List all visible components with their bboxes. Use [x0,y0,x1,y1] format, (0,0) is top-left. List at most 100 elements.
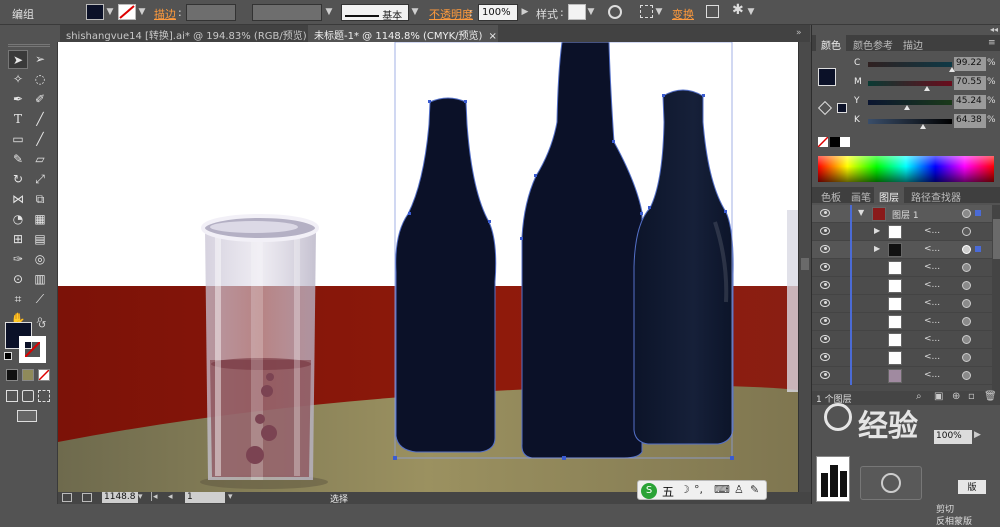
ime-punct-icon[interactable]: °, [694,483,703,496]
symbol-sprayer-tool-icon[interactable]: ⊙ [8,270,28,289]
draw-normal-icon[interactable] [6,390,18,402]
make-mask-button[interactable]: 版 [958,480,986,494]
slider-track[interactable] [868,119,952,124]
white-swatch[interactable] [840,137,850,147]
layer-row-layer-1[interactable]: ▼ 图层 1 [812,205,992,223]
ime-moon-icon[interactable]: ☽ [680,483,690,496]
visibility-eye-icon[interactable] [820,281,830,289]
artboard-tool-icon[interactable]: ⌗ [8,290,28,309]
target-icon[interactable] [962,371,971,380]
swap-colors-icon[interactable]: ↺ [38,320,46,331]
ime-keyboard-icon[interactable]: ⌨ [714,483,730,496]
tab-shishangvue14[interactable]: shishangvue14 [转换].ai* @ 194.83% (RGB/预览… [60,25,321,42]
opacity-field[interactable]: 100% [478,4,518,21]
ime-mode-label[interactable]: 五 [662,483,674,500]
slider-track[interactable] [868,100,952,105]
align-icon[interactable] [640,5,653,18]
page-field[interactable]: 1 [185,492,225,503]
stroke-swatch[interactable] [118,4,136,20]
expand-arrow-icon[interactable]: ▼ [858,208,864,217]
chevron-down-icon[interactable]: ▼ [105,5,115,19]
stroke-weight-field[interactable] [186,4,236,21]
tab-color-guide[interactable]: 颜色参考 [848,35,898,52]
tab-untitled[interactable]: 未标题-1* @ 1148.8% (CMYK/预览) × [308,25,498,42]
layer-row[interactable]: <... [812,349,992,367]
expand-arrow-icon[interactable]: ▶ [874,244,880,253]
layer-row[interactable]: <... [812,331,992,349]
layers-scrollbar[interactable] [992,205,1000,391]
gradient-mode-icon[interactable] [22,369,34,381]
layer-row-bottles[interactable]: ▶ <... [812,241,992,259]
tab-color[interactable]: 颜色 [816,35,846,52]
black-swatch[interactable] [830,137,840,147]
none-swatch-icon[interactable] [818,137,828,147]
visibility-eye-icon[interactable] [820,371,830,379]
layer-row[interactable]: <... [812,367,992,385]
first-artboard-icon[interactable]: |◂ [150,492,158,502]
visibility-eye-icon[interactable] [820,245,830,253]
export-icon[interactable] [82,493,92,502]
channel-value-field[interactable]: 64.38 [954,114,986,128]
selection-tool-icon[interactable]: ➤ [8,50,28,69]
selection-indicator[interactable] [975,210,981,216]
layer-name[interactable]: <... [924,244,940,254]
line-tool-icon[interactable]: ╱ [30,110,50,129]
default-colors-icon[interactable] [4,352,12,360]
gradient-tool-icon[interactable]: ▤ [30,230,50,249]
artboard-nav-icon[interactable] [62,493,72,502]
mask-slot[interactable] [860,466,922,500]
tab-swatches[interactable]: 色板 [816,187,846,204]
chevron-down-icon[interactable]: ▼ [137,5,147,19]
chevron-down-icon[interactable]: ▼ [324,5,334,19]
channel-value-field[interactable]: 70.55 [954,76,986,90]
chevron-down-icon[interactable]: ▾ [228,492,233,502]
slider-thumb[interactable] [924,86,930,91]
layer-row[interactable]: <... [812,295,992,313]
screen-mode-icon[interactable] [17,410,37,422]
drinking-glass[interactable] [200,214,328,489]
visibility-eye-icon[interactable] [820,335,830,343]
chevron-right-icon[interactable]: ▶ [520,5,530,19]
scroll-thumb[interactable] [801,258,809,270]
opacity-label[interactable]: 不透明度 [429,6,473,22]
layer-row[interactable]: ▶ <... [812,223,992,241]
tab-pathfinder[interactable]: 路径查找器 [906,187,966,204]
collapse-panels-icon[interactable]: ◂◂ [990,25,998,34]
style-swatch[interactable] [568,4,586,20]
visibility-eye-icon[interactable] [820,227,830,235]
layer-name[interactable]: 图层 1 [892,208,919,221]
pen-tool-icon[interactable]: ✒ [8,90,28,109]
color-spectrum[interactable] [818,156,994,182]
ime-settings-icon[interactable]: ✎ [750,483,759,496]
layer-row[interactable]: <... [812,259,992,277]
channel-value-field[interactable]: 99.22 [954,57,986,71]
chevron-down-icon[interactable]: ▾ [138,492,143,502]
rotate-tool-icon[interactable]: ↻ [8,170,28,189]
visibility-eye-icon[interactable] [820,263,830,271]
ime-user-icon[interactable]: ♙ [734,483,744,496]
column-graph-tool-icon[interactable]: ▥ [30,270,50,289]
new-layer-icon[interactable]: ▫ [968,391,975,402]
target-icon[interactable] [962,245,971,254]
slider-thumb[interactable] [904,105,910,110]
slice-tool-icon[interactable]: ⟋ [30,290,50,309]
chevron-down-icon[interactable]: ▼ [654,5,664,19]
slider-track[interactable] [868,62,952,67]
chevron-down-icon[interactable]: ▼ [586,5,596,19]
magic-wand-tool-icon[interactable]: ✧ [8,70,28,89]
tab-layers[interactable]: 图层 [874,187,904,204]
layer-name[interactable]: <... [924,370,940,380]
visibility-eye-icon[interactable] [820,353,830,361]
lasso-tool-icon[interactable]: ◌ [30,70,50,89]
vertical-scrollbar[interactable] [798,42,811,492]
layer-name[interactable]: <... [924,334,940,344]
color-mode-icon[interactable] [6,369,18,381]
slider-track[interactable] [868,81,952,86]
chevron-right-icon[interactable]: ▶ [974,430,981,440]
direct-selection-tool-icon[interactable]: ➢ [30,50,50,69]
target-icon[interactable] [962,209,971,218]
tab-overflow-icon[interactable]: » [796,28,802,38]
new-sublayer-icon[interactable]: ⊕ [952,391,960,402]
target-icon[interactable] [962,317,971,326]
chevron-down-icon[interactable]: ▼ [410,5,420,19]
